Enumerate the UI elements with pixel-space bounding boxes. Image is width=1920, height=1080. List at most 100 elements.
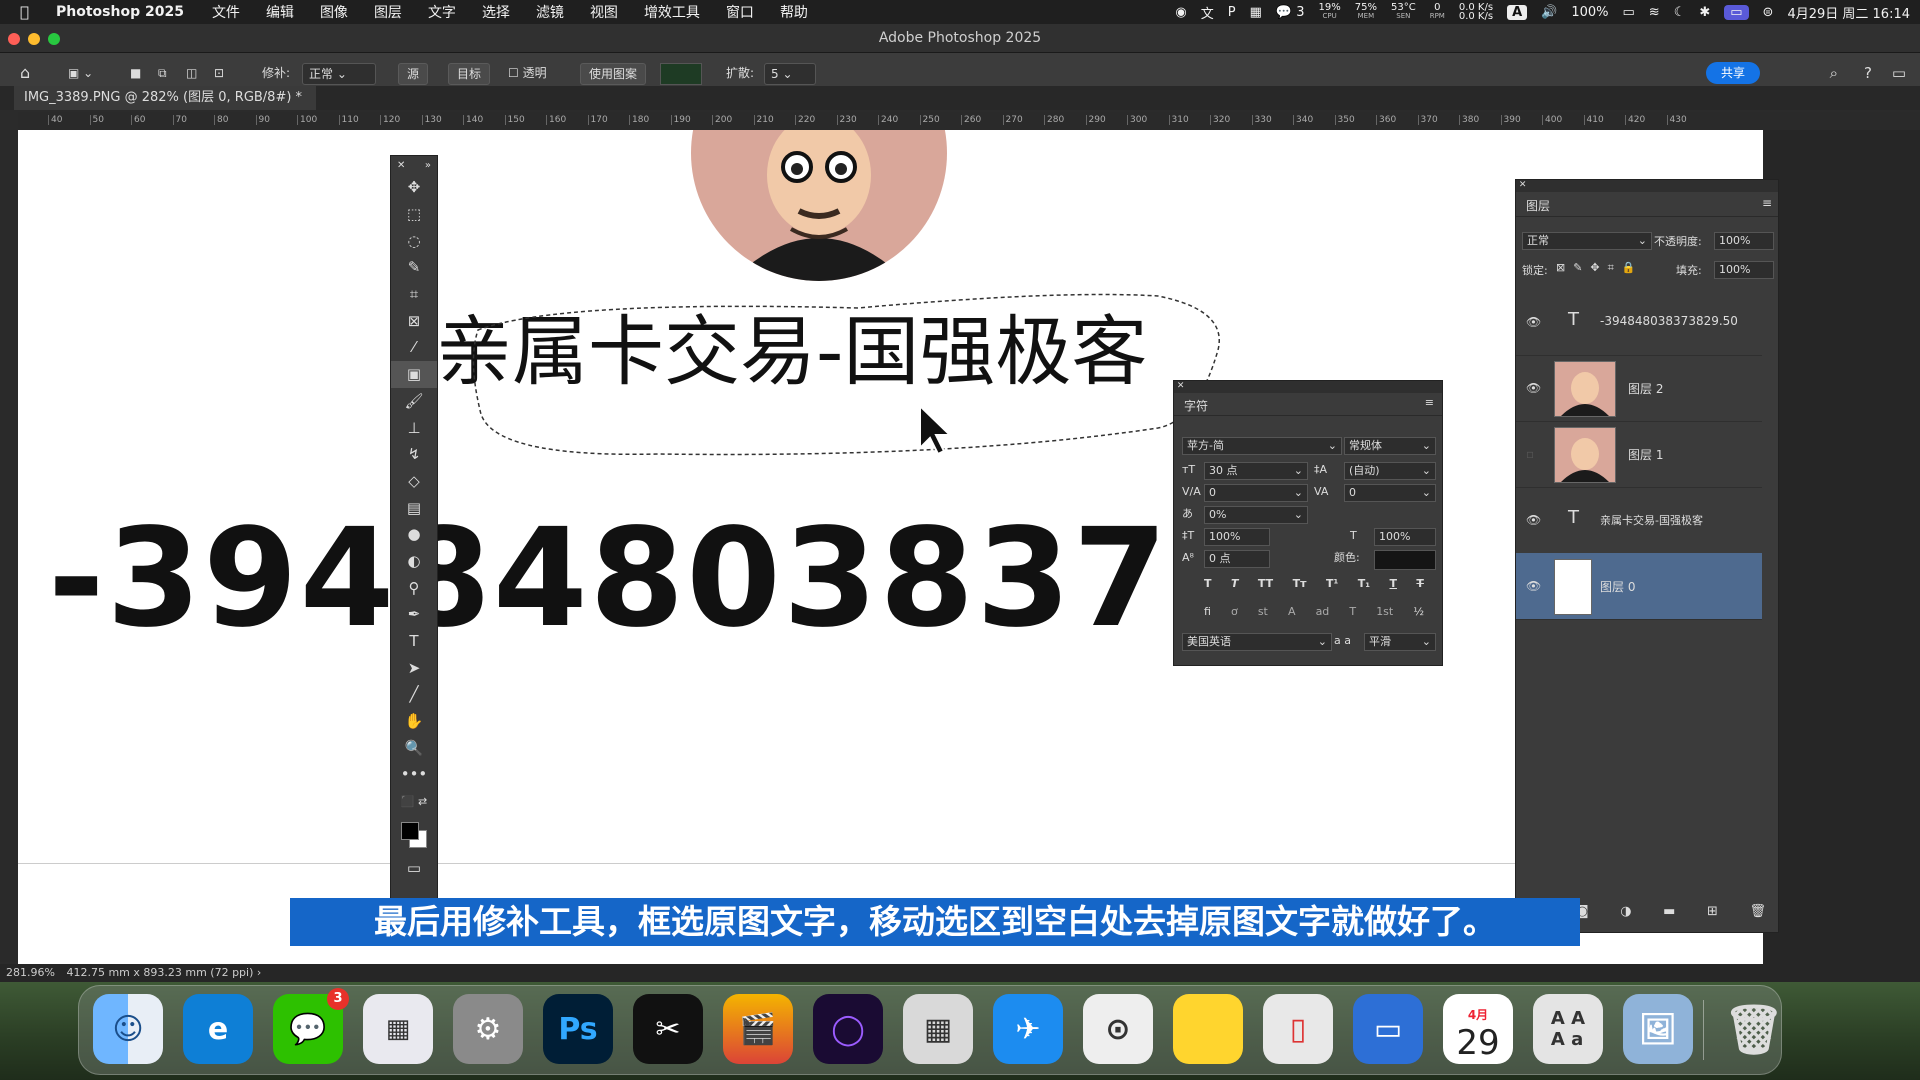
superscript-button[interactable]: T¹ <box>1326 577 1338 595</box>
p-icon[interactable]: P <box>1228 5 1236 20</box>
font-size-field[interactable]: 30 点 ⌄ <box>1204 462 1308 480</box>
subscript-button[interactable]: T₁ <box>1358 577 1370 595</box>
record-icon[interactable]: ◉ <box>1175 5 1186 20</box>
calendar-icon[interactable]: 4月 29 <box>1443 994 1513 1064</box>
battery-icon[interactable]: ▭ <box>1622 5 1634 20</box>
titling-alternate-button[interactable]: ad <box>1316 605 1330 623</box>
horizontal-ruler[interactable]: 40 50 60 70 80 90 100 110 120 130 140 150 160 170 180 1… <box>18 112 1920 131</box>
dodge-tool-icon[interactable]: ◐ <box>391 548 437 575</box>
leading-field[interactable]: (自动) ⌄ <box>1344 462 1436 480</box>
quick-selection-tool-icon[interactable]: ✎ <box>391 254 437 281</box>
new-selection-icon[interactable]: ■ <box>130 63 141 83</box>
visibility-eye-icon[interactable]: 👁 <box>1526 579 1541 593</box>
panel-menu-icon[interactable]: ≡ <box>1425 396 1434 409</box>
stylistic-alternate-button[interactable]: st <box>1258 605 1268 623</box>
menu-edit[interactable]: 编辑 <box>266 2 294 22</box>
feishu-icon[interactable]: ✈ <box>993 994 1063 1064</box>
source-button[interactable]: 源 <box>398 63 429 85</box>
wechat-icon[interactable]: 💬 3 <box>273 988 349 1064</box>
patch-selection-marquee[interactable] <box>458 290 1226 458</box>
stamp-tool-icon[interactable]: ⊥ <box>391 414 437 441</box>
adjustment-layer-icon[interactable]: ◑ <box>1620 904 1631 924</box>
final-cut-icon[interactable]: 🎬 <box>723 994 793 1064</box>
screenshot-icon[interactable]: ⊙ <box>1083 994 1153 1064</box>
document-tab[interactable]: IMG_3389.PNG @ 282% (图层 0, RGB/8#) * <box>14 86 317 110</box>
brush-tool-icon[interactable]: 🖌 <box>391 388 437 415</box>
add-selection-icon[interactable]: ⧉ <box>158 63 167 83</box>
zoom-window-button[interactable] <box>48 33 60 45</box>
strikethrough-button[interactable]: T <box>1416 577 1424 595</box>
zoom-lens-tool-icon[interactable]: ⚲ <box>391 574 437 601</box>
lasso-tool-icon[interactable]: ◌ <box>391 227 437 254</box>
wechat-status-icon[interactable]: 💬 3 <box>1276 5 1305 20</box>
translate-icon[interactable]: 文 <box>1201 3 1214 22</box>
zoom-level[interactable]: 281.96% <box>6 966 55 979</box>
calculator-icon[interactable]: ▦ <box>903 994 973 1064</box>
color-swatches[interactable] <box>391 815 437 855</box>
patch-tool-icon[interactable]: ▣ <box>391 360 437 388</box>
menu-image[interactable]: 图像 <box>320 2 348 22</box>
layers-menu-icon[interactable]: ≡ <box>1762 196 1772 210</box>
crop-tool-icon[interactable]: ⌗ <box>391 281 437 308</box>
quick-mask-icon[interactable]: ▭ <box>391 855 437 882</box>
visibility-hidden-icon[interactable]: ▫ <box>1526 447 1534 461</box>
visibility-eye-icon[interactable]: 👁 <box>1526 513 1541 527</box>
pen-tool-icon[interactable]: ✒ <box>391 601 437 628</box>
document-info[interactable]: 412.75 mm x 893.23 mm (72 ppi) <box>66 966 253 979</box>
pattern-picker[interactable] <box>660 63 702 85</box>
chevron-right-icon[interactable]: › <box>257 966 261 979</box>
launchpad-icon[interactable]: ▦ <box>363 994 433 1064</box>
faux-italic-button[interactable]: T <box>1231 577 1239 595</box>
move-tool-icon[interactable]: ✥ <box>391 174 437 201</box>
datetime[interactable]: 4月29日 周二 16:14 <box>1787 3 1910 22</box>
contextual-alternate-button[interactable]: T <box>1349 605 1356 623</box>
trash-icon[interactable]: 🗑 <box>1719 994 1789 1064</box>
home-icon[interactable]: ⌂ <box>20 63 30 83</box>
search-icon[interactable]: ⌕ <box>1830 63 1838 83</box>
kerning-field[interactable]: 0 ⌄ <box>1204 484 1308 502</box>
underline-button[interactable]: T <box>1389 577 1397 595</box>
ligature-button[interactable]: fi <box>1204 605 1211 623</box>
discretionary-ligature-button[interactable]: ơ <box>1231 605 1238 623</box>
path-selection-tool-icon[interactable]: ➤ <box>391 654 437 681</box>
subtract-selection-icon[interactable]: ◫ <box>186 63 197 83</box>
capcut-icon[interactable]: ✂ <box>633 994 703 1064</box>
intersect-selection-icon[interactable]: ⊡ <box>214 63 224 83</box>
bluetooth-icon[interactable]: ✱ <box>1699 5 1710 20</box>
line-tool-icon[interactable]: ╱ <box>391 681 437 708</box>
layer-row[interactable]: 👁 T 亲属卡交易-国强极客 <box>1516 487 1762 554</box>
menu-type[interactable]: 文字 <box>428 2 456 22</box>
font-family-select[interactable]: 苹方-简 ⌄ <box>1182 437 1342 455</box>
document-canvas[interactable]: 亲属卡交易-国强极客 -394848038373850 <box>18 130 1763 964</box>
lock-icons[interactable]: ⊠✎✥⌗🔒 <box>1556 261 1644 275</box>
menu-help[interactable]: 帮助 <box>780 2 808 22</box>
app-menu[interactable]: Photoshop 2025 <box>56 4 184 20</box>
more-tools-icon[interactable]: ••• <box>391 761 437 788</box>
input-method[interactable]: A <box>1507 4 1528 20</box>
share-button[interactable]: 共享 <box>1706 62 1760 84</box>
remote-desktop-icon[interactable]: ▭ <box>1353 994 1423 1064</box>
system-settings-icon[interactable]: ⚙ <box>453 994 523 1064</box>
tracking-field[interactable]: 0 ⌄ <box>1344 484 1436 502</box>
small-caps-button[interactable]: Tт <box>1293 577 1307 595</box>
layer-row[interactable]: ▫ 图层 1 <box>1516 421 1762 488</box>
language-select[interactable]: 美国英语 ⌄ <box>1182 633 1332 651</box>
iphone-mirroring-icon[interactable]: ▯ <box>1263 994 1333 1064</box>
preview-icon[interactable]: 🖼 <box>1623 994 1693 1064</box>
control-center-icon[interactable]: ⊜ <box>1763 5 1774 20</box>
ordinals-button[interactable]: 1st <box>1376 605 1393 623</box>
minimize-window-button[interactable] <box>28 33 40 45</box>
screen-recorder-icon[interactable]: ◯ <box>813 994 883 1064</box>
patch-tool-preset-icon[interactable]: ▣ ⌄ <box>68 63 93 83</box>
type-tool-icon[interactable]: T <box>391 628 437 655</box>
layer-row[interactable]: 👁 图层 2 <box>1516 355 1762 422</box>
transparent-checkbox[interactable]: ☐ 透明 <box>508 63 547 83</box>
eraser-tool-icon[interactable]: ◇ <box>391 468 437 495</box>
wifi-icon[interactable]: ≋ <box>1649 5 1660 20</box>
layers-panel-header[interactable]: ✕ <box>1516 180 1778 192</box>
all-caps-button[interactable]: TT <box>1258 577 1273 595</box>
blend-mode-select[interactable]: 正常 ⌄ <box>1522 232 1652 250</box>
faux-bold-button[interactable]: T <box>1204 577 1212 595</box>
notes-icon[interactable] <box>1173 994 1243 1064</box>
frame-tool-icon[interactable]: ⊠ <box>391 307 437 334</box>
